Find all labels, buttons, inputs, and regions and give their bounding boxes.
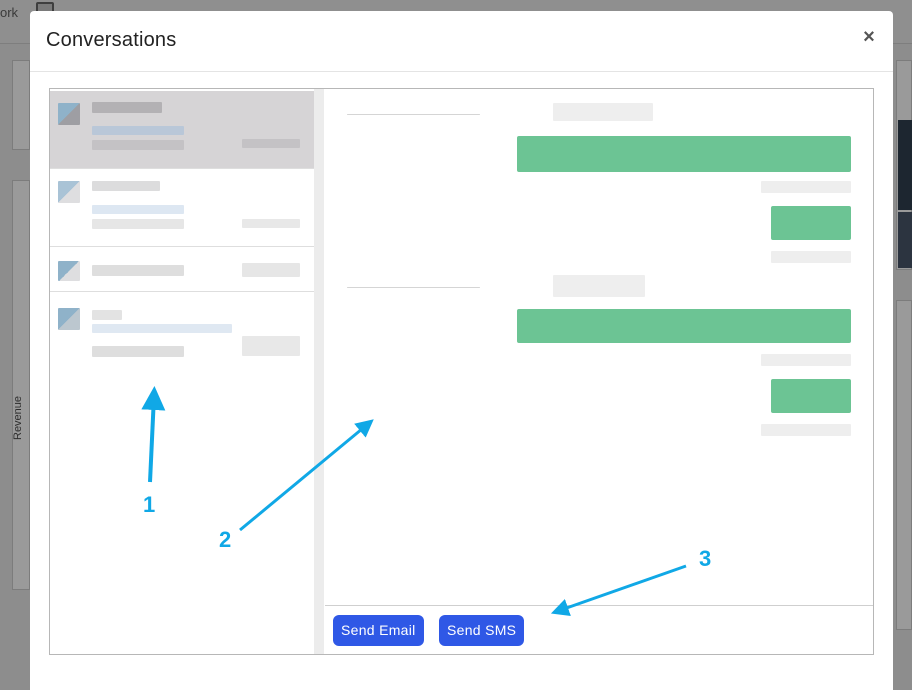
list-scrollbar[interactable] — [314, 89, 324, 654]
background-card — [896, 300, 912, 630]
date-divider — [347, 114, 480, 115]
background-thumbnail — [898, 120, 912, 210]
date-label-redacted — [553, 103, 653, 121]
date-label-redacted — [553, 275, 645, 297]
close-icon[interactable]: × — [859, 27, 879, 47]
outgoing-message-bubble — [771, 206, 851, 240]
timestamp-redacted — [242, 336, 300, 356]
conversation-item[interactable] — [50, 91, 314, 169]
message-preview-redacted — [92, 324, 232, 333]
outgoing-message-bubble — [517, 309, 851, 343]
message-meta-redacted — [761, 424, 851, 436]
send-sms-button[interactable]: Send SMS — [439, 615, 525, 646]
conversation-item[interactable] — [50, 169, 314, 247]
message-meta-redacted — [761, 354, 851, 366]
contact-name-redacted — [92, 265, 184, 276]
modal-header: Conversations × — [30, 11, 893, 72]
conversation-item[interactable] — [50, 247, 314, 292]
background-nav-label: ork — [0, 5, 19, 20]
outgoing-message-bubble — [771, 379, 851, 413]
timestamp-redacted — [242, 219, 300, 228]
background-card — [12, 180, 30, 590]
annotation-label-1: 1 — [143, 492, 156, 517]
background-axis-label: Revenue — [12, 395, 24, 440]
composer-toolbar: Send Email Send SMS — [325, 605, 873, 654]
conversations-frame: Send Email Send SMS — [49, 88, 874, 655]
message-preview-redacted — [92, 126, 184, 135]
avatar — [58, 181, 80, 203]
message-preview-redacted — [92, 219, 184, 229]
avatar — [58, 308, 80, 330]
background-card — [12, 60, 30, 150]
avatar — [58, 103, 80, 125]
date-divider — [347, 287, 480, 288]
conversations-modal: Conversations × Send Email Send SMS — [30, 11, 893, 690]
conversation-item[interactable] — [50, 292, 314, 371]
message-thread — [325, 89, 873, 605]
modal-title: Conversations — [46, 29, 177, 51]
contact-name-redacted — [92, 181, 160, 191]
timestamp-redacted — [242, 263, 300, 277]
annotation-label-2: 2 — [219, 527, 232, 552]
message-meta-redacted — [761, 181, 851, 193]
annotation-label-3: 3 — [699, 546, 712, 571]
contact-name-redacted — [92, 102, 162, 113]
contact-name-redacted — [92, 310, 122, 320]
message-preview-redacted — [92, 205, 184, 214]
background-thumbnail — [898, 212, 912, 268]
avatar — [58, 261, 80, 281]
message-preview-redacted — [92, 346, 184, 357]
conversation-list — [50, 89, 314, 371]
message-meta-redacted — [771, 251, 851, 263]
send-email-button[interactable]: Send Email — [333, 615, 424, 646]
outgoing-message-bubble — [517, 136, 851, 172]
message-preview-redacted — [92, 140, 184, 150]
timestamp-redacted — [242, 139, 300, 148]
